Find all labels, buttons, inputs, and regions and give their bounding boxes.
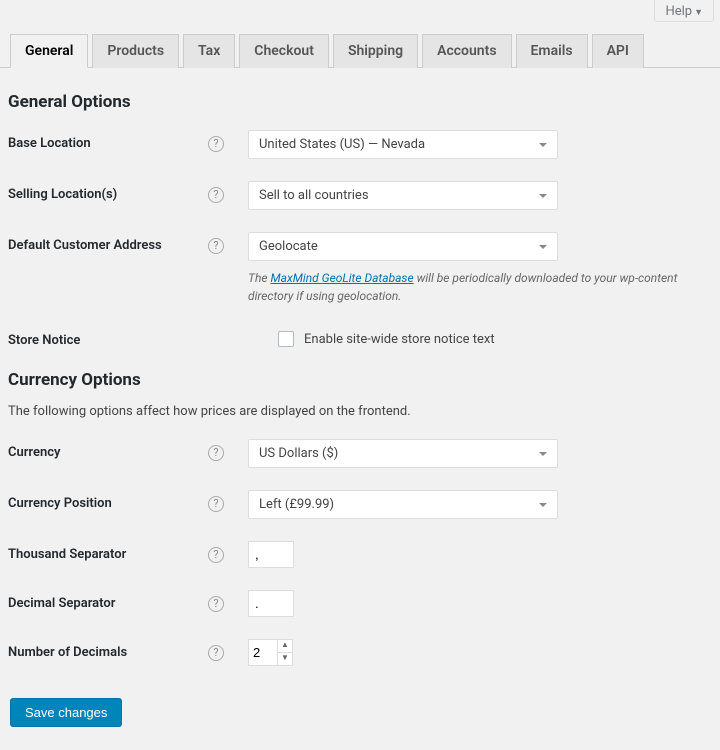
row-store-notice: Store Notice Enable site-wide store noti… [8, 327, 714, 348]
thousand-separator-input[interactable] [248, 541, 294, 568]
label-store-notice: Store Notice [8, 327, 208, 348]
help-tab[interactable]: Help▼ [654, 0, 714, 22]
currency-position-select[interactable]: Left (£99.99) [248, 490, 558, 519]
help-icon[interactable]: ? [208, 187, 224, 203]
base-location-select[interactable]: United States (US) — Nevada [248, 130, 558, 159]
maxmind-geolite-link[interactable]: MaxMind GeoLite Database [270, 271, 413, 285]
tab-tax[interactable]: Tax [183, 34, 235, 68]
selling-location-select[interactable]: Sell to all countries [248, 181, 558, 210]
help-icon[interactable]: ? [208, 645, 224, 661]
decimal-separator-input[interactable] [248, 590, 294, 617]
decimals-step-down[interactable]: ▼ [278, 652, 292, 664]
help-icon[interactable]: ? [208, 547, 224, 563]
tab-api[interactable]: API [592, 34, 644, 68]
row-selling-location: Selling Location(s) ? Sell to all countr… [8, 181, 714, 210]
row-base-location: Base Location ? United States (US) — Nev… [8, 130, 714, 159]
decimals-step-up[interactable]: ▲ [278, 640, 292, 652]
store-notice-checkbox-label: Enable site-wide store notice text [304, 332, 495, 347]
row-currency-position: Currency Position ? Left (£99.99) [8, 490, 714, 519]
currency-options-heading: Currency Options [8, 370, 714, 390]
row-decimal-separator: Decimal Separator ? [8, 590, 714, 617]
help-icon[interactable]: ? [208, 238, 224, 254]
help-tab-label: Help [665, 4, 692, 19]
row-number-of-decimals: Number of Decimals ? ▲ ▼ [8, 639, 714, 666]
store-notice-checkbox[interactable] [278, 331, 294, 347]
desc-text: The [248, 271, 270, 285]
tab-accounts[interactable]: Accounts [422, 34, 511, 68]
default-customer-address-select[interactable]: Geolocate [248, 232, 558, 261]
label-currency: Currency [8, 439, 208, 460]
label-number-of-decimals: Number of Decimals [8, 639, 208, 660]
settings-tabs: General Products Tax Checkout Shipping A… [0, 34, 720, 68]
number-of-decimals-input[interactable] [249, 640, 277, 665]
tab-products[interactable]: Products [92, 34, 179, 68]
help-icon[interactable]: ? [208, 496, 224, 512]
label-base-location: Base Location [8, 130, 208, 151]
currency-options-desc: The following options affect how prices … [8, 404, 714, 419]
tab-general[interactable]: General [10, 34, 88, 68]
general-options-heading: General Options [8, 92, 714, 112]
row-currency: Currency ? US Dollars ($) [8, 439, 714, 468]
help-icon[interactable]: ? [208, 136, 224, 152]
label-currency-position: Currency Position [8, 490, 208, 511]
label-thousand-separator: Thousand Separator [8, 541, 208, 562]
geolocate-desc: The MaxMind GeoLite Database will be per… [248, 269, 714, 305]
label-selling-location: Selling Location(s) [8, 181, 208, 202]
label-decimal-separator: Decimal Separator [8, 590, 208, 611]
row-default-customer-address: Default Customer Address ? Geolocate The… [8, 232, 714, 305]
label-default-customer-address: Default Customer Address [8, 232, 208, 253]
tab-shipping[interactable]: Shipping [333, 34, 418, 68]
tab-emails[interactable]: Emails [516, 34, 588, 68]
chevron-down-icon: ▼ [694, 8, 703, 18]
help-icon[interactable]: ? [208, 445, 224, 461]
save-changes-button[interactable]: Save changes [10, 698, 122, 727]
tab-checkout[interactable]: Checkout [239, 34, 329, 68]
currency-select[interactable]: US Dollars ($) [248, 439, 558, 468]
help-icon[interactable]: ? [208, 596, 224, 612]
row-thousand-separator: Thousand Separator ? [8, 541, 714, 568]
